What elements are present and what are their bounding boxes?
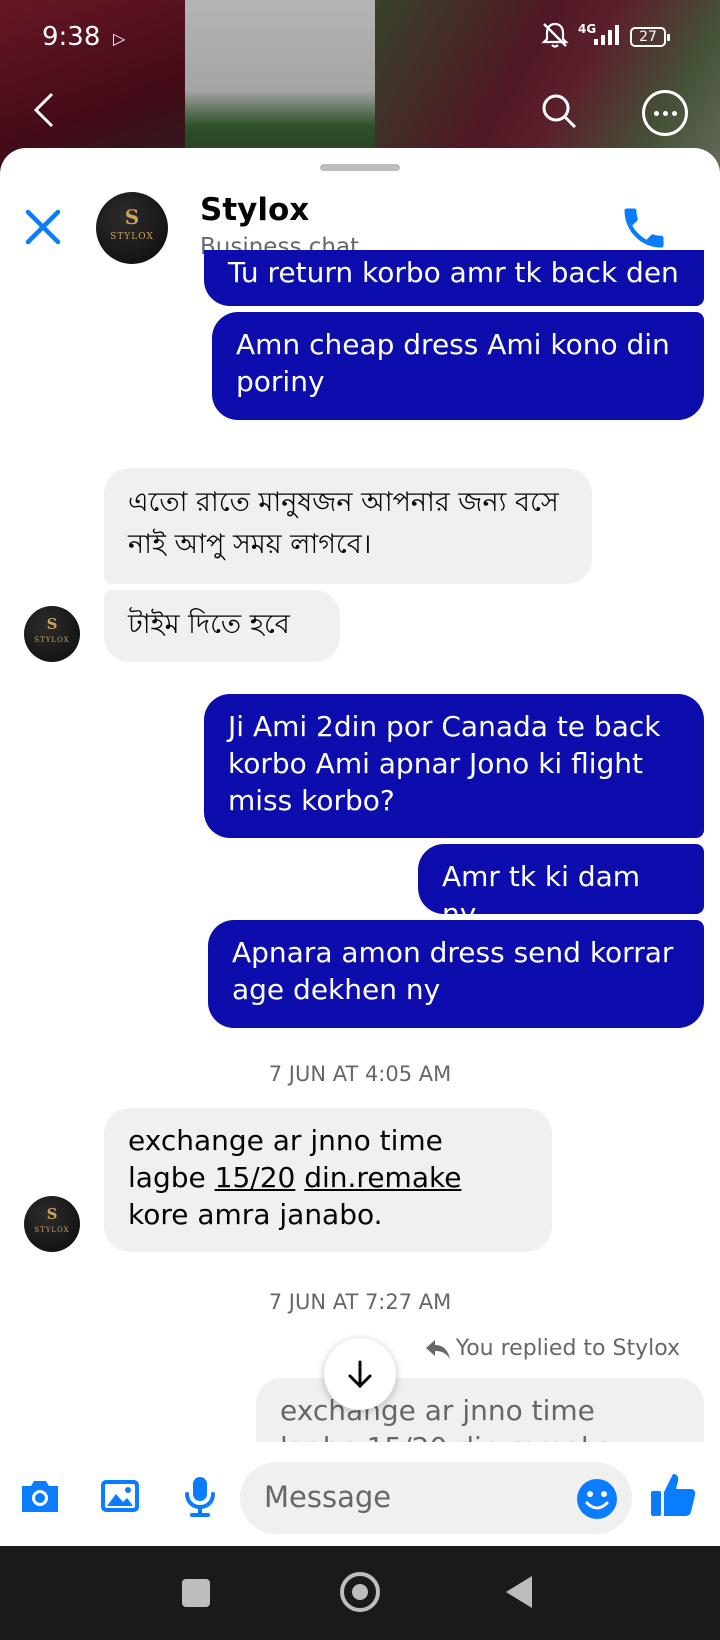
battery-icon: 27 <box>630 27 670 47</box>
composer-bar: Message <box>0 1442 720 1546</box>
recents-icon[interactable] <box>182 1579 210 1607</box>
web-link[interactable]: din.remake <box>304 1161 461 1194</box>
emoji-icon[interactable] <box>576 1478 618 1520</box>
phone-icon[interactable] <box>618 202 670 254</box>
thumbs-up-icon[interactable] <box>648 1470 698 1520</box>
message-bubble-incoming[interactable]: টাইম দিতে হবে <box>104 590 340 662</box>
message-bubble-outgoing[interactable]: Ji Ami 2din por Canada te back korbo Ami… <box>204 694 704 838</box>
avatar[interactable]: S STYLOX <box>24 1196 80 1252</box>
avatar[interactable]: S STYLOX <box>24 606 80 662</box>
message-bubble-outgoing[interactable]: Amn cheap dress Ami kono din poriny <box>212 312 704 420</box>
scroll-to-bottom-button[interactable] <box>324 1338 396 1410</box>
signal-icon <box>594 25 619 45</box>
message-input[interactable]: Message <box>240 1462 632 1534</box>
message-list[interactable]: Tu return korbo amr tk back den Amn chea… <box>0 250 720 1546</box>
reply-label: You replied to Stylox <box>424 1336 680 1361</box>
nav-back-icon[interactable] <box>506 1576 532 1608</box>
search-icon[interactable] <box>540 92 578 130</box>
status-time: 9:38 <box>42 22 101 52</box>
avatar[interactable]: S STYLOX <box>96 192 168 264</box>
system-nav-bar <box>0 1546 720 1640</box>
bell-muted-icon <box>541 22 569 48</box>
camera-icon[interactable] <box>16 1472 64 1520</box>
message-bubble-outgoing[interactable]: Amr tk ki dam ny <box>418 844 704 930</box>
home-icon[interactable] <box>340 1572 380 1612</box>
image-icon[interactable] <box>96 1472 144 1520</box>
more-icon[interactable] <box>642 90 688 136</box>
message-bubble-outgoing[interactable]: Apnara amon dress send korrar age dekhen… <box>208 920 704 1028</box>
reply-icon <box>425 1340 450 1359</box>
timestamp: 7 JUN AT 4:05 AM <box>268 1062 452 1086</box>
phone-link[interactable]: 15/20 <box>215 1161 296 1194</box>
chat-sheet: S STYLOX Stylox Business chat Tu return … <box>0 148 720 1546</box>
message-bubble-incoming[interactable]: এতো রাতে মানুষজন আপনার জন্য বসে নাই আপু … <box>104 468 592 584</box>
play-icon: ▷ <box>113 29 126 48</box>
drag-handle[interactable] <box>320 164 400 171</box>
message-bubble-outgoing[interactable]: Tu return korbo amr tk back den <box>204 250 704 306</box>
chat-title[interactable]: Stylox <box>200 192 309 228</box>
timestamp: 7 JUN AT 7:27 AM <box>268 1290 452 1314</box>
arrow-down-icon <box>348 1360 372 1389</box>
message-bubble-incoming[interactable]: exchange ar jnno time lagbe 15/20 din.re… <box>104 1108 552 1252</box>
microphone-icon[interactable] <box>176 1472 224 1520</box>
back-icon[interactable] <box>30 90 60 130</box>
close-icon[interactable] <box>22 206 64 248</box>
